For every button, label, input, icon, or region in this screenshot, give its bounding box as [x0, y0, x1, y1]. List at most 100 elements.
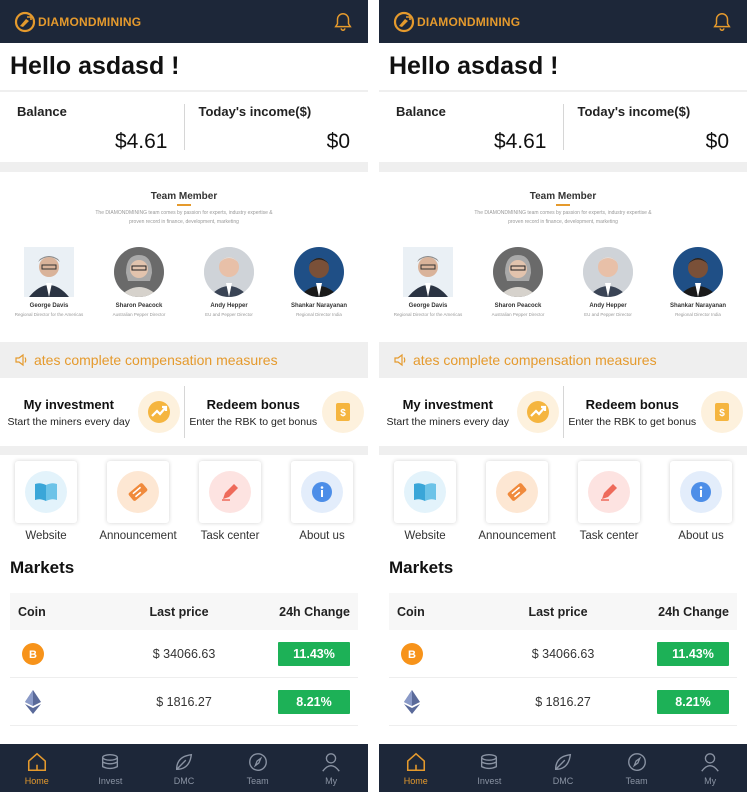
tab-home[interactable]: Home [0, 744, 74, 792]
team-member: Sharon Peacock Australian Pepper Directo… [477, 247, 559, 317]
income-label: Today's income($) [577, 104, 691, 119]
team-banner[interactable]: Team Member The DIAMONDMINING team comes… [379, 172, 747, 342]
greeting: Hello asdasd ! [379, 43, 747, 90]
tab-team[interactable]: Team [221, 744, 295, 792]
member-name: George Davis [408, 303, 448, 309]
screenshot: DIAMONDMINING Hello asdasd ! Balance $4.… [0, 0, 749, 792]
bottom-tab-bar: Home Invest DMC Team My [379, 744, 747, 792]
shortcut-announcement[interactable]: Announcement [474, 461, 560, 550]
leaf-icon [554, 753, 572, 770]
team-description: The DIAMONDMINING team comes by passion … [95, 210, 273, 225]
bell-icon[interactable] [711, 11, 733, 33]
markets-section: Markets Coin Last price 24h Change B $ 3… [379, 550, 747, 770]
tab-label: Home [24, 775, 49, 786]
tab-dmc[interactable]: DMC [526, 744, 600, 792]
home-icon [27, 752, 46, 771]
action-cards: My investment Start the miners every day… [379, 378, 747, 446]
info-icon [312, 482, 332, 502]
investment-subtitle: Start the miners every day [7, 415, 131, 428]
balance-label: Balance [17, 104, 67, 119]
redeem-bonus-card[interactable]: Redeem bonus Enter the RBK to get bonus … [564, 386, 748, 438]
tab-invest[interactable]: Invest [453, 744, 527, 792]
markets-table: Coin Last price 24h Change B $ 34066.63 … [10, 593, 358, 726]
coins-icon [102, 753, 119, 769]
coin-header: Coin [18, 604, 46, 619]
team-member: Andy Hepper EU and Pepper Director [567, 247, 649, 317]
member-role: Regional Director for the Americas [393, 312, 463, 317]
shortcut-about-us[interactable]: About us [658, 461, 744, 550]
avatar [204, 247, 254, 297]
coins-icon [481, 753, 498, 769]
table-row[interactable]: B $ 34066.63 11.43% [10, 630, 358, 678]
ticket-icon [507, 483, 527, 501]
shortcut-announcement[interactable]: Announcement [95, 461, 181, 550]
table-header: Coin Last price 24h Change [10, 593, 358, 630]
markets-section: Markets Coin Last price 24h Change B $ 3… [0, 550, 368, 770]
shortcut-label: Announcement [478, 530, 556, 542]
avatar [583, 247, 633, 297]
tab-home[interactable]: Home [379, 744, 453, 792]
pen-icon [601, 484, 617, 501]
tab-label: Home [403, 775, 428, 786]
app-logo[interactable]: DIAMONDMINING [393, 11, 520, 33]
notice-bar[interactable]: ates complete compensation measures [0, 342, 368, 378]
table-row[interactable]: B $ 34066.63 11.43% [389, 630, 737, 678]
shortcut-grid: Website Announcement Task center About u… [0, 455, 368, 550]
shortcut-label: Task center [200, 530, 260, 542]
income-value: $0 [705, 130, 729, 153]
avatar [24, 247, 74, 297]
change-header: 24h Change [658, 604, 729, 619]
shortcut-task-center[interactable]: Task center [187, 461, 273, 550]
trend-up-icon [516, 391, 559, 433]
my-investment-card[interactable]: My investment Start the miners every day [0, 386, 185, 438]
tab-team[interactable]: Team [600, 744, 674, 792]
balance-card: Balance $4.61 Today's income($) $0 [0, 92, 368, 162]
redeem-title: Redeem bonus [206, 396, 300, 412]
shortcut-task-center[interactable]: Task center [566, 461, 652, 550]
shortcut-website[interactable]: Website [3, 461, 89, 550]
markets-title: Markets [389, 558, 454, 577]
team-title: Team Member [150, 191, 218, 202]
app-logo[interactable]: DIAMONDMINING [14, 11, 141, 33]
team-members: George Davis Regional Director for the A… [379, 247, 747, 317]
team-banner[interactable]: Team Member The DIAMONDMINING team comes… [0, 172, 368, 342]
table-row[interactable]: $ 1816.27 8.21% [389, 678, 737, 726]
tab-invest[interactable]: Invest [74, 744, 148, 792]
book-icon [35, 483, 57, 501]
info-icon [691, 482, 711, 502]
shortcut-about-us[interactable]: About us [279, 461, 365, 550]
member-name: Sharon Peacock [494, 303, 542, 309]
balance-section: Balance $4.61 [379, 104, 564, 153]
redeem-title: Redeem bonus [585, 396, 679, 412]
my-investment-card[interactable]: My investment Start the miners every day [379, 386, 564, 438]
user-icon [701, 752, 719, 772]
tab-dmc[interactable]: DMC [147, 744, 221, 792]
shortcut-label: About us [299, 530, 345, 542]
speaker-icon [15, 353, 27, 367]
phone-panel-right: DIAMONDMINING Hello asdasd ! Balance $4.… [379, 0, 747, 792]
bell-icon[interactable] [332, 11, 354, 33]
team-title: Team Member [529, 191, 597, 202]
member-name: Shankar Narayanan [669, 303, 727, 309]
member-name: Shankar Narayanan [290, 303, 348, 309]
svg-text:B: B [408, 649, 416, 661]
notice-bar[interactable]: ates complete compensation measures [379, 342, 747, 378]
tab-my[interactable]: My [673, 744, 747, 792]
tab-label: My [325, 775, 338, 786]
redeem-bonus-card[interactable]: Redeem bonus Enter the RBK to get bonus … [185, 386, 369, 438]
tab-label: Invest [98, 775, 123, 786]
change-badge: 8.21% [278, 689, 350, 714]
user-icon [322, 752, 340, 772]
phone-panel-left: DIAMONDMINING Hello asdasd ! Balance $4.… [0, 0, 368, 792]
shortcut-website[interactable]: Website [382, 461, 468, 550]
svg-text:B: B [29, 649, 37, 661]
ticket-icon [128, 483, 148, 501]
change-badge: 11.43% [657, 641, 729, 666]
table-row[interactable]: $ 1816.27 8.21% [10, 678, 358, 726]
change-badge: 8.21% [657, 689, 729, 714]
table-header: Coin Last price 24h Change [389, 593, 737, 630]
member-name: Andy Hepper [589, 303, 627, 309]
team-member: Shankar Narayanan Regional Director Indi… [657, 247, 739, 317]
tab-my[interactable]: My [294, 744, 368, 792]
redeem-subtitle: Enter the RBK to get bonus [189, 415, 318, 428]
